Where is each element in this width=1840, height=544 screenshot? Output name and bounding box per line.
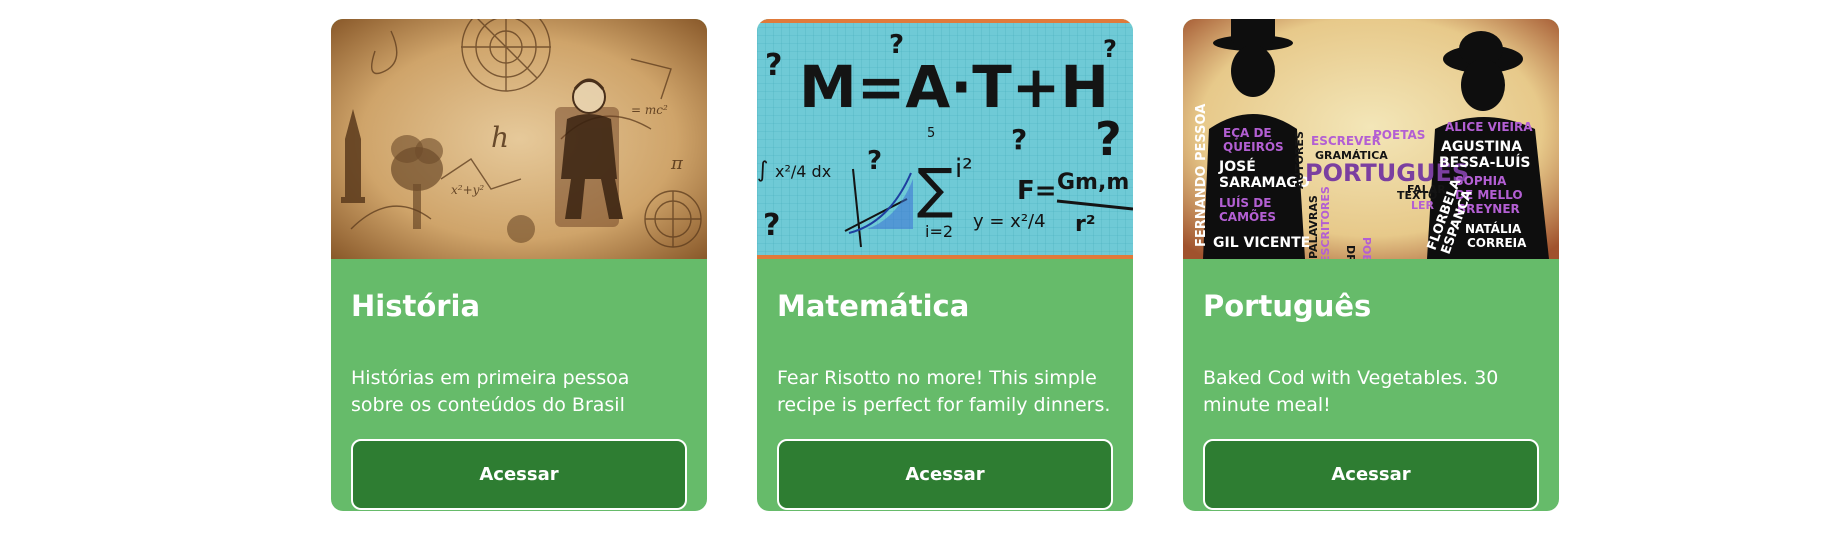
svg-text:PALAVRAS: PALAVRAS (1307, 195, 1320, 259)
svg-text:ESCRITORES: ESCRITORES (1319, 186, 1332, 259)
svg-text:AGUSTINA: AGUSTINA (1441, 139, 1522, 155)
svg-text:?: ? (1095, 112, 1122, 166)
svg-text:DRAMA: DRAMA (1344, 245, 1357, 259)
svg-text:EÇA DE: EÇA DE (1223, 126, 1272, 140)
svg-text:JOSÉ: JOSÉ (1218, 158, 1256, 175)
svg-text:POESIA: POESIA (1360, 237, 1373, 259)
historia-image: h π x²+y² = mc² (331, 19, 707, 259)
svg-text:= mc²: = mc² (631, 103, 668, 117)
card-title: Matemática (777, 289, 970, 323)
svg-text:?: ? (867, 146, 882, 176)
svg-text:LUÍS DE: LUÍS DE (1219, 195, 1271, 210)
svg-text:i²: i² (955, 154, 973, 184)
svg-text:y = x²/4: y = x²/4 (973, 211, 1046, 232)
svg-text:x²/4 dx: x²/4 dx (775, 162, 831, 181)
svg-text:h: h (491, 121, 509, 154)
svg-text:5: 5 (927, 126, 935, 141)
svg-text:π: π (670, 153, 684, 174)
svg-text:CORREIA: CORREIA (1467, 236, 1527, 250)
svg-text:M=A·T+H: M=A·T+H (799, 53, 1109, 121)
card-title: Português (1203, 289, 1372, 323)
svg-text:GIL VICENTE: GIL VICENTE (1213, 235, 1310, 251)
svg-text:F=: F= (1017, 176, 1057, 206)
svg-text:POETAS: POETAS (1373, 128, 1425, 142)
svg-text:AUTORES: AUTORES (1293, 131, 1306, 189)
svg-text:QUEIRÓS: QUEIRÓS (1223, 139, 1284, 154)
acessar-button-historia[interactable]: Acessar (351, 439, 687, 510)
acessar-button-matematica[interactable]: Acessar (777, 439, 1113, 510)
portugues-image: EÇA DE QUEIRÓS JOSÉ SARAMAGO LUÍS DE CAM… (1183, 19, 1559, 259)
svg-text:r²: r² (1075, 212, 1096, 237)
svg-text:CAMÕES: CAMÕES (1219, 209, 1276, 224)
svg-text:?: ? (1011, 123, 1027, 156)
svg-text:NATÁLIA: NATÁLIA (1465, 221, 1522, 236)
svg-text:x²+y²: x²+y² (451, 183, 484, 197)
card-description: Histórias em primeira pessoa sobre os co… (351, 367, 630, 416)
svg-text:ALICE VIEIRA: ALICE VIEIRA (1445, 120, 1533, 134)
svg-text:LER: LER (1411, 199, 1435, 212)
svg-text:ESCREVER: ESCREVER (1311, 134, 1381, 148)
svg-text:?: ? (765, 48, 782, 83)
course-card-portugues: EÇA DE QUEIRÓS JOSÉ SARAMAGO LUÍS DE CAM… (1183, 19, 1559, 511)
svg-text:∑: ∑ (917, 157, 953, 220)
svg-text:BESSA-LUÍS: BESSA-LUÍS (1439, 154, 1531, 171)
card-description: Baked Cod with Vegetables. 30 minute mea… (1203, 367, 1499, 416)
svg-text:FALAR: FALAR (1407, 183, 1446, 196)
svg-text:∫: ∫ (757, 158, 768, 183)
acessar-button-portugues[interactable]: Acessar (1203, 439, 1539, 510)
svg-text:i=2: i=2 (925, 222, 953, 241)
svg-text:FERNANDO PESSOA: FERNANDO PESSOA (1194, 104, 1209, 247)
card-description: Fear Risotto no more! This simple recipe… (777, 367, 1111, 416)
svg-text:?: ? (763, 208, 780, 243)
card-title: História (351, 289, 481, 323)
svg-text:?: ? (889, 30, 904, 60)
svg-text:?: ? (1103, 35, 1117, 63)
course-card-historia: h π x²+y² = mc² História Histórias em pr… (331, 19, 707, 511)
matematica-image: M=A·T+H ? ? ? ? ? ? ? ∑ i² 5 i=2 y = x²/… (757, 19, 1133, 259)
svg-text:Gm,m: Gm,m (1057, 170, 1129, 195)
course-card-matematica: M=A·T+H ? ? ? ? ? ? ? ∑ i² 5 i=2 y = x²/… (757, 19, 1133, 511)
course-cards: h π x²+y² = mc² História Histórias em pr… (0, 19, 1840, 513)
